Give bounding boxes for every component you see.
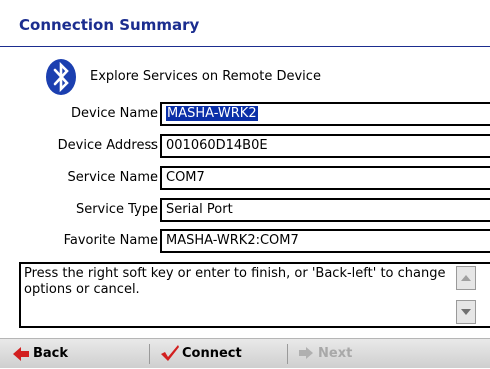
next-button[interactable]: Next bbox=[288, 339, 408, 369]
device-address-value: 001060D14B0E bbox=[166, 138, 268, 153]
service-name-value: COM7 bbox=[166, 170, 205, 185]
device-address-row: Device Address : 001060D14B0E bbox=[0, 134, 490, 160]
instruction-textbox[interactable]: Press the right soft key or enter to fin… bbox=[19, 262, 490, 328]
next-arrow-icon bbox=[299, 347, 313, 359]
device-name-value: MASHA-WRK2 bbox=[166, 106, 258, 121]
softkey-toolbar: Back Connect Next bbox=[0, 338, 490, 368]
service-type-value: Serial Port bbox=[166, 202, 233, 217]
colon: : bbox=[150, 233, 155, 248]
service-name-row: Service Name : COM7 bbox=[0, 166, 490, 192]
device-name-label: Device Name bbox=[71, 106, 158, 121]
scroll-down-button[interactable] bbox=[456, 300, 476, 324]
connect-button[interactable]: Connect bbox=[150, 339, 286, 369]
header: Connection Summary bbox=[0, 0, 490, 48]
favorite-name-value: MASHA-WRK2:COM7 bbox=[166, 233, 299, 248]
bluetooth-icon bbox=[46, 59, 76, 95]
favorite-name-label: Favorite Name bbox=[63, 233, 158, 248]
back-arrow-icon bbox=[13, 347, 29, 361]
service-type-field[interactable]: Serial Port bbox=[160, 198, 490, 222]
device-address-field[interactable]: 001060D14B0E bbox=[160, 134, 490, 158]
colon: : bbox=[150, 170, 155, 185]
connect-label: Connect bbox=[182, 346, 242, 361]
triangle-down-icon bbox=[461, 309, 471, 315]
instruction-text: Press the right soft key or enter to fin… bbox=[24, 266, 446, 297]
colon: : bbox=[150, 202, 155, 217]
scroll-up-button[interactable] bbox=[456, 266, 476, 290]
service-name-label: Service Name bbox=[67, 170, 158, 185]
next-label: Next bbox=[318, 346, 353, 361]
back-button[interactable]: Back bbox=[0, 339, 148, 369]
colon: : bbox=[150, 106, 155, 121]
checkmark-icon bbox=[161, 345, 179, 361]
favorite-name-field[interactable]: MASHA-WRK2:COM7 bbox=[160, 229, 490, 253]
service-type-row: Service Type : Serial Port bbox=[0, 198, 490, 224]
header-divider bbox=[0, 46, 490, 47]
service-type-label: Service Type bbox=[75, 202, 158, 217]
explore-services-label: Explore Services on Remote Device bbox=[90, 69, 321, 84]
connection-summary-screen: Connection Summary Explore Services on R… bbox=[0, 0, 490, 368]
device-name-field[interactable]: MASHA-WRK2 bbox=[160, 102, 490, 126]
colon: : bbox=[150, 138, 155, 153]
triangle-up-icon bbox=[461, 275, 471, 281]
back-label: Back bbox=[33, 346, 69, 361]
device-name-row: Device Name : MASHA-WRK2 bbox=[0, 102, 490, 128]
favorite-name-row: Favorite Name : MASHA-WRK2:COM7 bbox=[0, 229, 490, 255]
page-title: Connection Summary bbox=[19, 16, 200, 34]
service-name-field[interactable]: COM7 bbox=[160, 166, 490, 190]
device-address-label: Device Address bbox=[57, 138, 158, 153]
